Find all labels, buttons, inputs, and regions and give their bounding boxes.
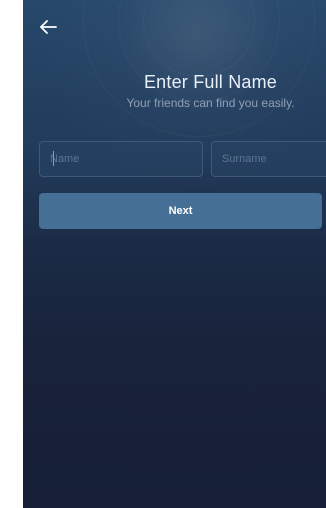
- next-button[interactable]: Next: [39, 193, 322, 229]
- page-subtitle: Your friends can find you easily.: [126, 96, 295, 110]
- background-ring: [83, 0, 315, 137]
- name-input-row: [39, 141, 326, 177]
- screen: Enter Full Name Your friends can find yo…: [0, 0, 326, 508]
- arrow-left-icon: [37, 16, 59, 38]
- text-caret: [53, 151, 54, 166]
- back-button[interactable]: [31, 10, 65, 44]
- last-name-input[interactable]: [211, 141, 326, 177]
- background-ring: [143, 0, 255, 77]
- first-name-wrapper: [39, 141, 203, 177]
- first-name-input[interactable]: [39, 141, 203, 177]
- page-title: Enter Full Name: [143, 72, 278, 92]
- app-screen: Enter Full Name Your friends can find yo…: [23, 0, 326, 508]
